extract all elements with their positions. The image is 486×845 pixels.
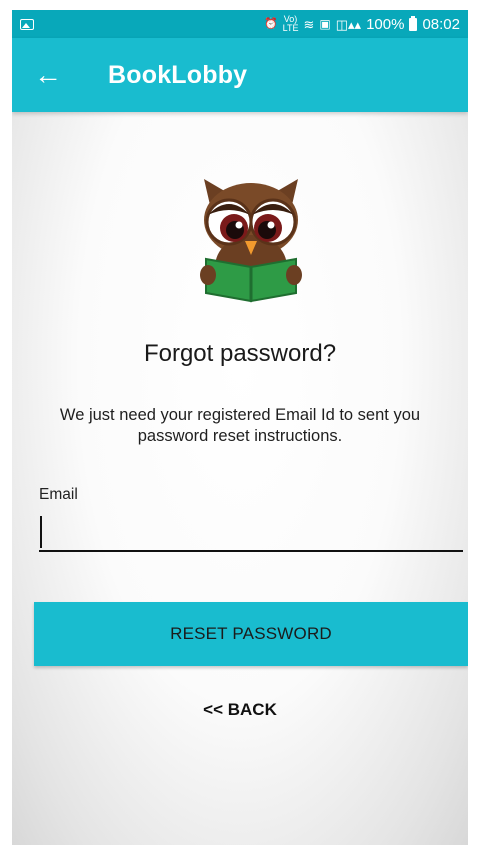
battery-icon bbox=[409, 15, 418, 31]
wifi-icon: ≋ bbox=[303, 16, 315, 32]
owl-reading-book-icon bbox=[196, 175, 306, 307]
text-cursor bbox=[40, 516, 42, 548]
back-link[interactable]: << BACK bbox=[12, 700, 468, 720]
email-label: Email bbox=[39, 486, 78, 503]
reset-password-button[interactable]: RESET PASSWORD bbox=[34, 602, 468, 666]
owl-logo-svg bbox=[200, 179, 302, 303]
signal-icon: ◫▴▴ bbox=[335, 16, 362, 32]
owl-right-highlight bbox=[267, 221, 275, 229]
gallery-notification-icon bbox=[20, 18, 34, 30]
page-title: Forgot password? bbox=[143, 340, 337, 367]
status-bar: ⏰ Vo) LTE ≋ ▣ ◫▴▴ 100% 08:02 bbox=[12, 10, 468, 38]
owl-left-highlight bbox=[235, 221, 243, 229]
app-bar: ← BookLobby bbox=[12, 38, 468, 112]
owl-left-wing bbox=[200, 265, 216, 285]
volte-icon: Vo) LTE bbox=[282, 14, 299, 33]
email-field[interactable] bbox=[39, 510, 463, 552]
phone-screen: ⏰ Vo) LTE ≋ ▣ ◫▴▴ 100% 08:02 ← BookLobby bbox=[12, 10, 468, 845]
sim-one-icon: ▣ bbox=[319, 17, 331, 31]
status-indicators: ⏰ Vo) LTE ≋ ▣ ◫▴▴ 100% 08:02 bbox=[264, 15, 460, 33]
owl-right-wing bbox=[286, 265, 302, 285]
battery-percent: 100% bbox=[366, 15, 405, 33]
alarm-icon: ⏰ bbox=[263, 17, 278, 30]
arrow-left-icon[interactable]: ← bbox=[34, 61, 74, 89]
app-title: BookLobby bbox=[108, 60, 248, 89]
instructions-text: We just need your registered Email Id to… bbox=[59, 406, 421, 445]
status-time: 08:02 bbox=[422, 15, 460, 33]
